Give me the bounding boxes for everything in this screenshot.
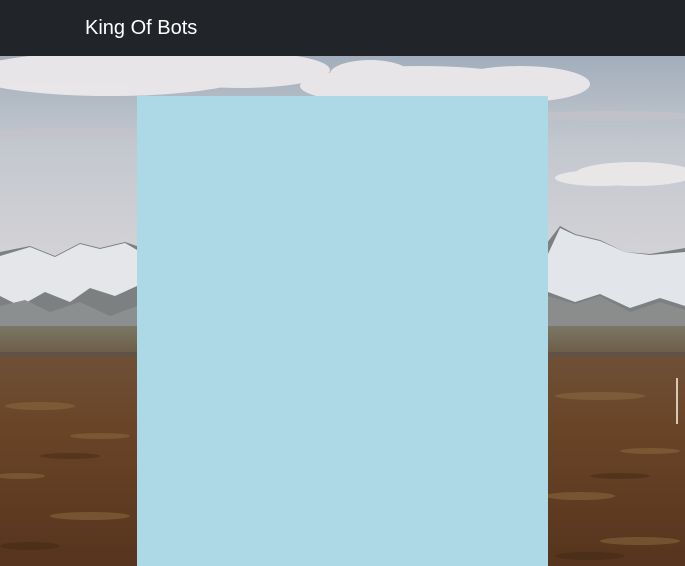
content-panel	[137, 96, 548, 566]
top-navbar: King Of Bots	[0, 0, 685, 56]
brand-link[interactable]: King Of Bots	[85, 15, 197, 41]
